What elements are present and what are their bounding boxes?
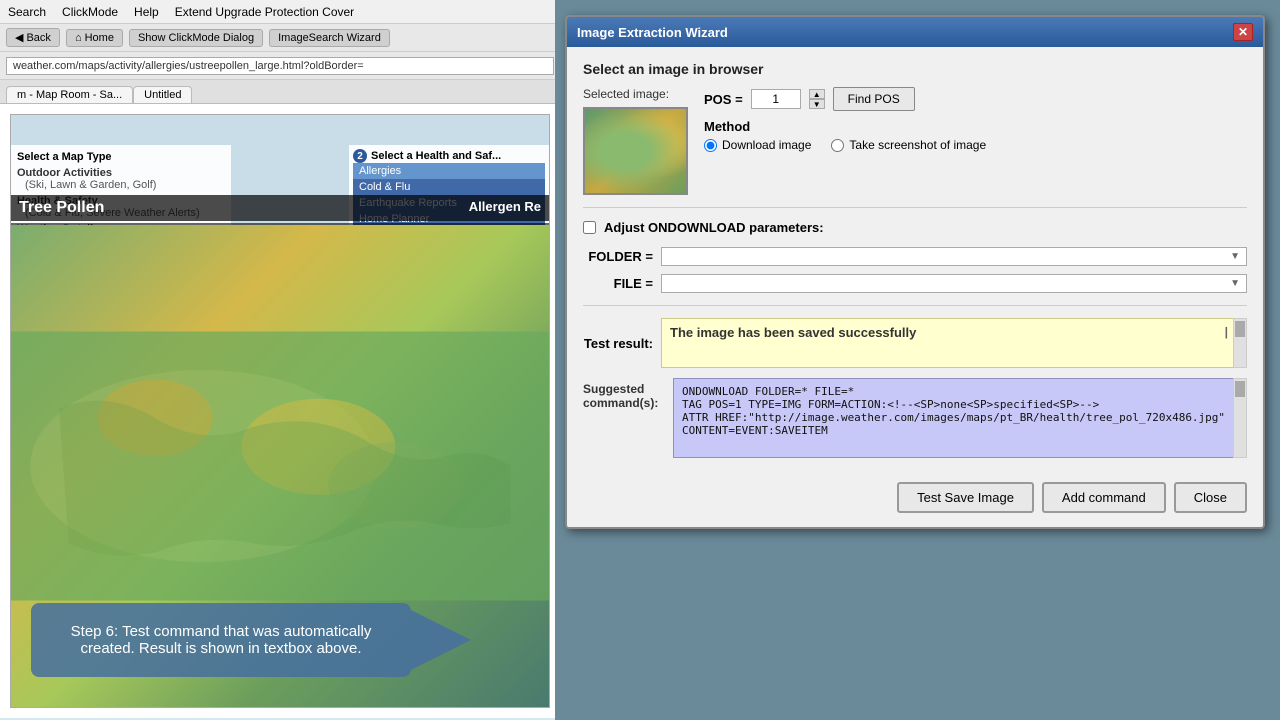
allergen-label: Allergen Re (469, 199, 541, 214)
dialog-titlebar: Image Extraction Wizard ✕ (567, 17, 1263, 47)
radio-screenshot-input[interactable] (831, 139, 844, 152)
adjust-row: Adjust ONDOWNLOAD parameters: (583, 220, 1247, 235)
adjust-label: Adjust ONDOWNLOAD parameters: (604, 220, 824, 235)
browser-window: Search ClickMode Help Extend Upgrade Pro… (0, 0, 560, 720)
browser-navbar: ◀ Back ⌂ Home Show ClickMode Dialog Imag… (0, 24, 560, 52)
test-result-box: The image has been saved successfully | (661, 318, 1247, 368)
step-2-badge: 2 (353, 149, 367, 163)
selected-image-label: Selected image: (583, 87, 688, 101)
back-button[interactable]: ◀ Back (6, 28, 60, 47)
tab-untitled[interactable]: Untitled (133, 86, 192, 103)
test-result-section: Test result: The image has been saved su… (583, 318, 1247, 368)
imagesearch-button[interactable]: ImageSearch Wizard (269, 29, 390, 47)
image-preview (583, 107, 688, 195)
health-item-coldflu[interactable]: Cold & Flu (353, 179, 545, 195)
file-dropdown[interactable]: ▼ (661, 274, 1247, 293)
menu-extend[interactable]: Extend Upgrade Protection Cover (175, 5, 354, 19)
pos-row: POS = ▲ ▼ Find POS (704, 87, 1247, 111)
divider-2 (583, 305, 1247, 306)
method-row: Method Download image Take screenshot of… (704, 119, 1247, 152)
map-section: Select a Map Type Outdoor Activities (Sk… (10, 114, 550, 708)
pollen-title: Tree Pollen (19, 199, 104, 216)
selected-image-row: Selected image: POS = ▲ ▼ Find PO (583, 87, 1247, 195)
dialog-footer: Test Save Image Add command Close (567, 472, 1263, 527)
divider-1 (583, 207, 1247, 208)
health-panel-label: Select a Health and Saf... (371, 150, 501, 162)
tab-bar: m - Map Room - Sa... Untitled (0, 80, 560, 104)
radio-download-input[interactable] (704, 139, 717, 152)
folder-dropdown[interactable]: ▼ (661, 247, 1247, 266)
pos-up-arrow[interactable]: ▲ (809, 89, 825, 99)
add-command-button[interactable]: Add command (1042, 482, 1166, 513)
tooltip-overlay: Step 6: Test command that was automatica… (31, 603, 411, 677)
dialog-overlay: Image Extraction Wizard ✕ Select an imag… (555, 0, 1280, 720)
test-save-image-button[interactable]: Test Save Image (897, 482, 1034, 513)
suggested-scrollbar[interactable] (1233, 378, 1247, 458)
browser-menubar: Search ClickMode Help Extend Upgrade Pro… (0, 0, 560, 24)
section-title: Select an image in browser (583, 61, 1247, 77)
sidebar-outdoor-items: (Ski, Lawn & Garden, Golf) (17, 179, 225, 191)
pos-input[interactable] (751, 89, 801, 109)
address-bar-row (0, 52, 560, 80)
menu-clickmode[interactable]: ClickMode (62, 5, 118, 19)
test-result-text: The image has been saved successfully (670, 325, 916, 340)
pos-label: POS = (704, 92, 743, 107)
file-row: FILE = ▼ (583, 274, 1247, 293)
test-result-label: Test result: (583, 336, 653, 351)
clickmode-button[interactable]: Show ClickMode Dialog (129, 29, 263, 47)
suggested-scrollbar-thumb (1235, 381, 1245, 397)
tab-maproom[interactable]: m - Map Room - Sa... (6, 86, 133, 103)
radio-download[interactable]: Download image (704, 138, 811, 152)
radio-screenshot[interactable]: Take screenshot of image (831, 138, 986, 152)
test-result-row: Test result: The image has been saved su… (583, 318, 1247, 368)
method-label: Method (704, 119, 1247, 134)
menu-help[interactable]: Help (134, 5, 159, 19)
test-result-scrollbar[interactable] (1233, 318, 1247, 368)
find-pos-button[interactable]: Find POS (833, 87, 915, 111)
close-button[interactable]: Close (1174, 482, 1247, 513)
health-item-allergies[interactable]: Allergies (353, 163, 545, 179)
suggested-text: ONDOWNLOAD FOLDER=* FILE=* TAG POS=1 TYP… (682, 385, 1238, 437)
pollen-header: Tree Pollen Allergen Re (11, 195, 549, 221)
suggested-box: ONDOWNLOAD FOLDER=* FILE=* TAG POS=1 TYP… (673, 378, 1247, 458)
preview-map-graphic (585, 109, 686, 193)
pos-down-arrow[interactable]: ▼ (809, 99, 825, 109)
select-map-label: Select a Map Type (17, 151, 225, 163)
sidebar-outdoor: Outdoor Activities (17, 167, 225, 179)
radio-screenshot-label: Take screenshot of image (849, 138, 986, 152)
browser-content: Select a Map Type Outdoor Activities (Sk… (0, 104, 560, 718)
tooltip-text: Step 6: Test command that was automatica… (71, 623, 372, 657)
radio-download-label: Download image (722, 138, 811, 152)
dialog-body: Select an image in browser Selected imag… (567, 47, 1263, 472)
suggested-section: Suggested command(s): ONDOWNLOAD FOLDER=… (583, 378, 1247, 458)
dialog-close-button[interactable]: ✕ (1233, 23, 1253, 41)
dialog-title: Image Extraction Wizard (577, 25, 728, 40)
suggested-label: Suggested command(s): (583, 378, 663, 458)
image-extraction-wizard: Image Extraction Wizard ✕ Select an imag… (565, 15, 1265, 529)
scrollbar-thumb (1235, 321, 1245, 337)
menu-search[interactable]: Search (8, 5, 46, 19)
adjust-checkbox[interactable] (583, 221, 596, 234)
tooltip-arrow (411, 610, 471, 670)
folder-label: FOLDER = (583, 249, 653, 264)
file-label: FILE = (583, 276, 653, 291)
radio-row: Download image Take screenshot of image (704, 138, 1247, 152)
home-button[interactable]: ⌂ Home (66, 29, 123, 47)
home-icon: ⌂ (75, 32, 82, 44)
back-icon: ◀ (15, 31, 23, 44)
folder-dropdown-arrow: ▼ (1230, 251, 1240, 262)
folder-row: FOLDER = ▼ (583, 247, 1247, 266)
pos-spinner: ▲ ▼ (809, 89, 825, 109)
pos-method-section: POS = ▲ ▼ Find POS Method (704, 87, 1247, 152)
address-input[interactable] (6, 57, 554, 75)
selected-image-section: Selected image: (583, 87, 688, 195)
cursor-indicator: | (1225, 325, 1228, 339)
file-dropdown-arrow: ▼ (1230, 278, 1240, 289)
